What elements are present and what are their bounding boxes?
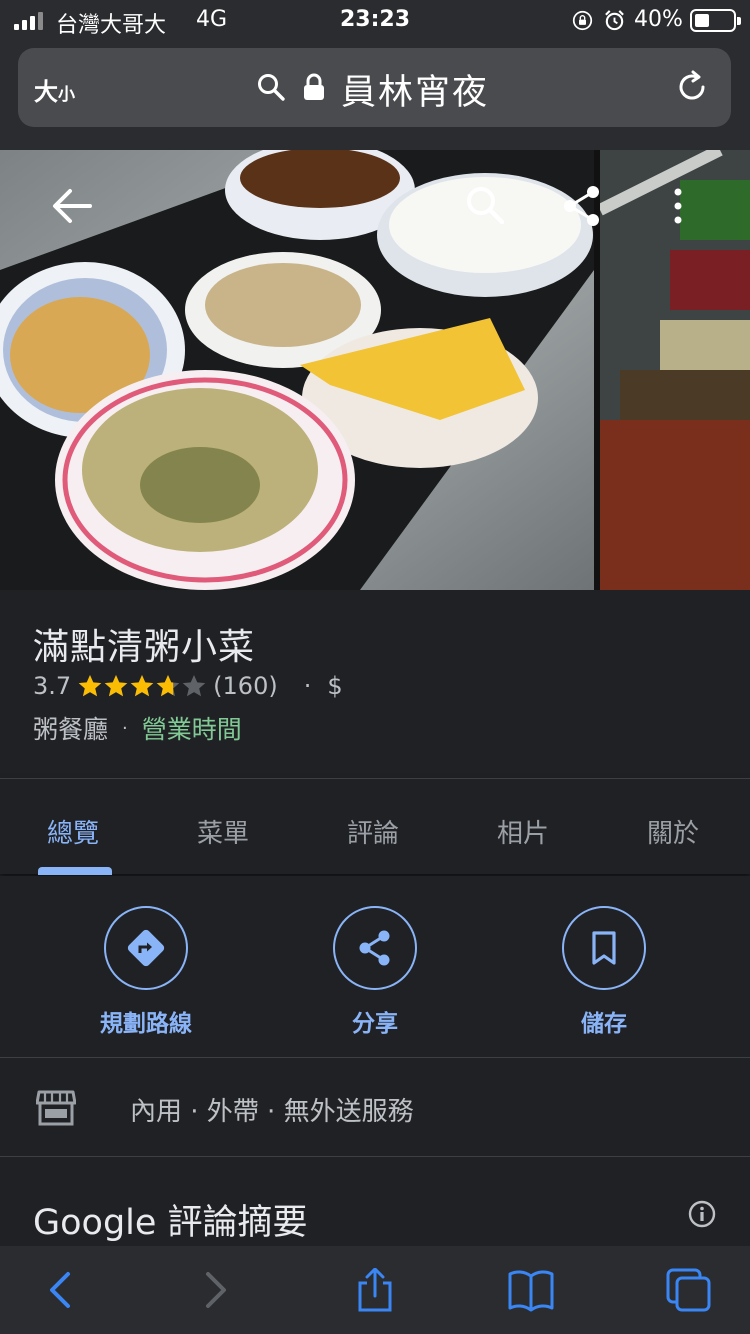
orientation-lock-icon xyxy=(572,10,593,31)
category-separator: · xyxy=(122,717,128,739)
tab-bar: 總覽 菜單 評論 相片 關於 xyxy=(0,778,750,875)
save-label: 儲存 xyxy=(581,1011,627,1037)
share-button-circle[interactable] xyxy=(333,906,417,990)
tabs-button[interactable] xyxy=(666,1268,712,1312)
photo-search-icon[interactable] xyxy=(464,184,506,226)
place-category[interactable]: 粥餐廳 xyxy=(33,710,108,746)
address-text[interactable]: 員林宵夜 xyxy=(341,64,489,115)
status-bar: 台灣大哥大 4G 23:23 40% xyxy=(0,0,750,40)
rating-separator: · xyxy=(303,672,312,700)
battery-icon xyxy=(690,9,741,32)
save-button[interactable]: 儲存 xyxy=(524,906,684,1038)
tab-photos[interactable]: 相片 xyxy=(497,813,549,850)
photo-share-icon[interactable] xyxy=(560,184,604,228)
place-name: 滿點清粥小菜 xyxy=(33,627,256,668)
text-size-button[interactable]: 大小 xyxy=(34,72,75,107)
battery-percent: 40% xyxy=(634,7,683,32)
service-options-text: 內用 · 外帶 · 無外送服務 xyxy=(130,1097,414,1127)
directions-button[interactable]: 規劃路線 xyxy=(66,906,226,1038)
place-info: 滿點清粥小菜 3.7 (160) · $ 粥餐廳 · 營業時間 xyxy=(0,590,750,778)
share-icon xyxy=(359,930,390,966)
tab-reviews[interactable]: 評論 xyxy=(347,813,399,850)
text-size-big-label: 大 xyxy=(34,78,58,106)
forward-button[interactable] xyxy=(192,1268,238,1312)
share-label: 分享 xyxy=(352,1011,398,1037)
alarm-icon xyxy=(605,10,624,31)
address-bar[interactable]: 大小 員林宵夜 xyxy=(18,48,731,127)
browser-header: 大小 員林宵夜 xyxy=(0,40,750,150)
share-sheet-icon xyxy=(358,1267,392,1312)
store-icon xyxy=(36,1090,76,1126)
reload-icon[interactable] xyxy=(674,69,710,105)
page: 台灣大哥大 4G 23:23 40% 大小 員林宵夜 滿點清粥小菜 3.7 (1… xyxy=(0,0,750,1334)
save-button-circle[interactable] xyxy=(562,906,646,990)
share-button[interactable]: 分享 xyxy=(295,906,455,1038)
more-options-icon[interactable] xyxy=(668,186,688,226)
info-icon[interactable] xyxy=(688,1200,716,1228)
reviews-summary-title: Google 評論摘要 xyxy=(33,1203,308,1243)
category-row: 粥餐廳 · 營業時間 xyxy=(33,710,242,746)
reviews-summary: Google 評論摘要 xyxy=(0,1158,750,1246)
tab-overview[interactable]: 總覽 xyxy=(47,813,99,850)
service-options: 內用 · 外帶 · 無外送服務 xyxy=(0,1059,750,1157)
bookmarks-button[interactable] xyxy=(508,1268,554,1312)
review-count[interactable]: (160) xyxy=(213,672,278,700)
star-icon xyxy=(78,674,102,697)
status-time: 23:23 xyxy=(340,7,411,32)
directions-button-circle[interactable] xyxy=(104,906,188,990)
lock-icon xyxy=(304,73,324,100)
tab-menu[interactable]: 菜單 xyxy=(197,813,249,850)
network-type: 4G xyxy=(196,7,228,32)
rating-stars xyxy=(77,673,207,699)
tabs-icon xyxy=(666,1268,711,1312)
share-sheet-button[interactable] xyxy=(352,1267,398,1312)
active-tab-indicator xyxy=(38,867,112,875)
rating-row[interactable]: 3.7 (160) · $ xyxy=(33,672,343,700)
star-icon xyxy=(182,674,206,697)
browser-toolbar xyxy=(0,1246,750,1334)
directions-label: 規劃路線 xyxy=(100,1011,192,1037)
chevron-left-icon xyxy=(50,1272,70,1308)
star-icon xyxy=(130,674,154,697)
star-icon xyxy=(156,674,180,697)
rating-value: 3.7 xyxy=(33,672,72,700)
back-button[interactable] xyxy=(38,1268,84,1312)
back-arrow-icon[interactable] xyxy=(50,186,94,226)
tab-about[interactable]: 關於 xyxy=(647,813,699,850)
chevron-right-icon xyxy=(206,1272,226,1308)
bookmark-icon xyxy=(592,931,616,965)
signal-strength-icon xyxy=(14,12,48,30)
photo-carousel[interactable] xyxy=(0,150,750,590)
carrier-name: 台灣大哥大 xyxy=(56,13,167,38)
opening-hours-link[interactable]: 營業時間 xyxy=(142,710,242,746)
action-buttons: 規劃路線 分享 儲存 xyxy=(0,876,750,1058)
price-level: $ xyxy=(327,672,343,700)
book-icon xyxy=(508,1270,554,1312)
directions-icon xyxy=(127,929,165,967)
star-icon xyxy=(104,674,128,697)
text-size-small-label: 小 xyxy=(58,85,75,105)
search-icon xyxy=(258,74,285,101)
